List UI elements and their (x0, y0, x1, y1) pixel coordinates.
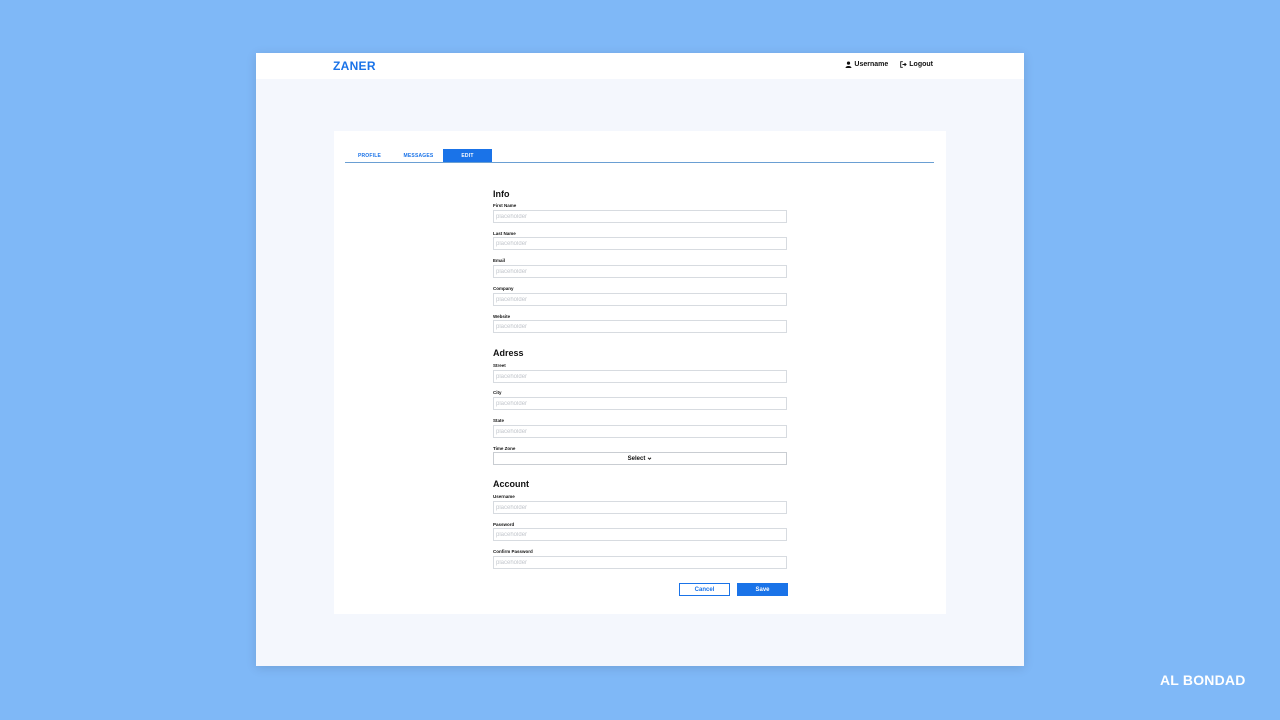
password-field[interactable] (493, 528, 787, 541)
last-name-field[interactable] (493, 237, 787, 250)
logout-link[interactable]: Logout (900, 61, 933, 68)
username-link[interactable]: Username (845, 61, 888, 68)
user-nav: Username Logout (845, 61, 933, 68)
password-label: Password (493, 522, 515, 527)
timezone-label: Time Zone (493, 446, 516, 451)
cancel-button[interactable]: Cancel (679, 583, 730, 596)
username-field-label: Username (493, 494, 515, 499)
watermark: AL BONDAD (1160, 672, 1246, 688)
tab-edit[interactable]: EDIT (443, 149, 492, 162)
save-button[interactable]: Save (737, 583, 788, 596)
website-field[interactable] (493, 320, 787, 333)
tab-profile[interactable]: PROFILE (345, 149, 394, 162)
state-field[interactable] (493, 425, 787, 438)
email-field[interactable] (493, 265, 787, 278)
website-label: Website (493, 314, 511, 319)
top-navbar: ZANER Username Logout (256, 53, 1024, 79)
first-name-field[interactable] (493, 210, 787, 223)
confirm-password-field[interactable] (493, 556, 787, 569)
tab-bar: PROFILE MESSAGES EDIT (345, 149, 934, 163)
timezone-select[interactable]: Select (493, 452, 787, 465)
chevron-down-icon (648, 457, 652, 460)
user-icon (845, 61, 852, 68)
section-title-account: Account (493, 479, 529, 489)
first-name-label: First Name (493, 203, 517, 208)
state-label: State (493, 418, 505, 423)
street-label: Street (493, 363, 506, 368)
username-field[interactable] (493, 501, 787, 514)
username-label: Username (854, 61, 889, 68)
section-title-info: Info (493, 189, 510, 199)
tab-messages[interactable]: MESSAGES (394, 149, 443, 162)
email-label: Email (493, 258, 506, 263)
confirm-password-label: Confirm Password (493, 549, 533, 554)
edit-profile-card: PROFILE MESSAGES EDIT Info First Name La… (334, 131, 946, 614)
app-window: ZANER Username Logout PROFILE MESSAGES E… (256, 53, 1024, 666)
company-field[interactable] (493, 293, 787, 306)
logout-icon (900, 61, 908, 68)
last-name-label: Last Name (493, 231, 516, 236)
timezone-select-value: Select (627, 455, 646, 462)
company-label: Company (493, 286, 514, 291)
street-field[interactable] (493, 370, 787, 383)
section-title-address: Adress (493, 348, 524, 358)
logo[interactable]: ZANER (333, 59, 376, 73)
city-field[interactable] (493, 397, 787, 410)
logout-label: Logout (909, 61, 933, 68)
city-label: City (493, 390, 502, 395)
